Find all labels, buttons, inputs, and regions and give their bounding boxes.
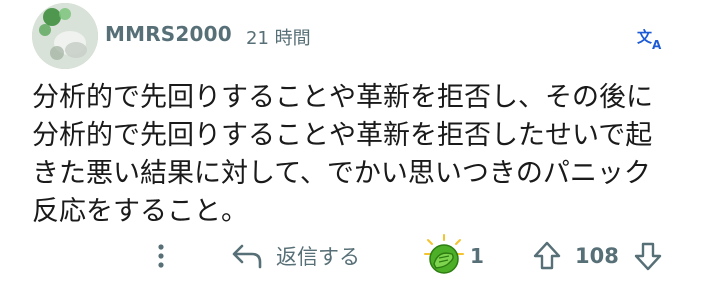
comment-card: MMRS2000 21 時間 文 A 分析的で先回りすることや革新を拒否し、その… — [0, 0, 720, 286]
facepalm-award-icon — [424, 234, 464, 274]
downvote-arrow-icon — [634, 242, 662, 271]
downvote-button[interactable] — [633, 230, 663, 282]
comment-timestamp: 21 時間 — [246, 28, 311, 49]
comment-header: MMRS2000 21 時間 文 A — [32, 3, 692, 73]
svg-text:A: A — [652, 38, 662, 52]
user-avatar[interactable] — [32, 3, 98, 69]
comment-action-bar: 返信する 1 108 — [0, 230, 720, 282]
comment-body-line: 反応をすること。 — [32, 196, 248, 227]
comment-body: 分析的で先回りすることや革新を拒否し、その後に 分析的で先回りすることや革新を拒… — [32, 79, 692, 231]
comment-body-line: 分析的で先回りすることや革新を拒否したせいで起 — [32, 120, 653, 151]
more-vertical-icon — [158, 244, 164, 268]
author-username[interactable]: MMRS2000 — [105, 22, 232, 46]
translate-icon[interactable]: 文 A — [635, 23, 665, 53]
svg-text:文: 文 — [637, 28, 653, 46]
reply-arrow-icon — [232, 244, 262, 269]
reply-label: 返信する — [276, 245, 360, 269]
vote-score: 108 — [575, 244, 619, 268]
reply-button[interactable]: 返信する — [230, 230, 360, 282]
upvote-arrow-icon — [533, 241, 561, 270]
comment-body-line: 分析的で先回りすることや革新を拒否し、その後に — [32, 82, 653, 113]
award-count: 1 — [470, 244, 484, 268]
award-button[interactable]: 1 — [422, 230, 484, 282]
upvote-button[interactable] — [532, 230, 562, 282]
comment-body-line: きた悪い結果に対して、でかい思いつきのパニック — [32, 158, 651, 189]
more-options-button[interactable] — [151, 230, 171, 282]
avatar-image — [32, 3, 98, 69]
